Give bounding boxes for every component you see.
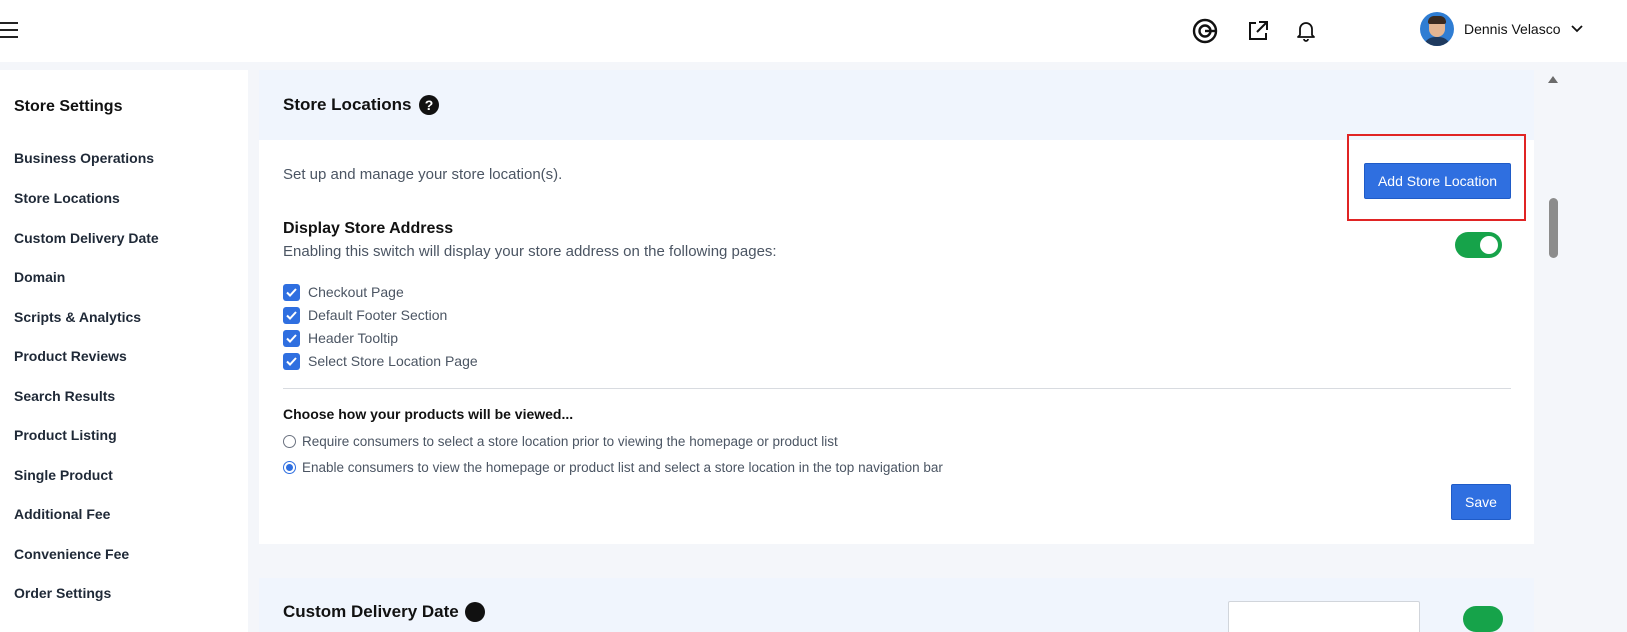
sidebar-item-order-settings[interactable]: Order Settings bbox=[14, 585, 111, 601]
sidebar-item-product-reviews[interactable]: Product Reviews bbox=[14, 348, 127, 364]
sidebar-item-convenience-fee[interactable]: Convenience Fee bbox=[14, 546, 129, 562]
store-locations-card: Set up and manage your store location(s)… bbox=[259, 134, 1534, 544]
checkbox-select-store-location-page[interactable]: Select Store Location Page bbox=[283, 352, 478, 370]
section-title: Store Locations bbox=[283, 95, 412, 114]
sidebar-item-domain[interactable]: Domain bbox=[14, 269, 65, 285]
sidebar: Store Settings Business Operations Store… bbox=[0, 70, 248, 632]
section-description: Set up and manage your store location(s)… bbox=[283, 166, 563, 183]
scroll-thumb[interactable] bbox=[1549, 198, 1558, 258]
help-icon[interactable] bbox=[465, 602, 485, 622]
add-store-location-button[interactable]: Add Store Location bbox=[1364, 163, 1511, 199]
scrollbar[interactable] bbox=[1545, 70, 1559, 632]
sidebar-item-single-product[interactable]: Single Product bbox=[14, 467, 113, 483]
menu-icon[interactable] bbox=[0, 22, 18, 38]
radio-unselected-icon[interactable] bbox=[283, 434, 296, 448]
delivery-date-toggle[interactable] bbox=[1463, 606, 1503, 632]
radio-enable-nav-location[interactable]: Enable consumers to view the homepage or… bbox=[283, 458, 943, 476]
sidebar-item-product-listing[interactable]: Product Listing bbox=[14, 427, 117, 443]
user-name: Dennis Velasco bbox=[1464, 21, 1561, 37]
view-options-title: Choose how your products will be viewed.… bbox=[283, 406, 574, 422]
chevron-down-icon[interactable] bbox=[1570, 23, 1583, 35]
avatar bbox=[1420, 12, 1454, 46]
display-address-subtitle: Enabling this switch will display your s… bbox=[283, 243, 777, 260]
help-icon[interactable]: ? bbox=[419, 95, 439, 115]
checkbox-checkout-page[interactable]: Checkout Page bbox=[283, 283, 404, 301]
checkbox-checked-icon[interactable] bbox=[283, 306, 300, 324]
radio-label: Require consumers to select a store loca… bbox=[302, 433, 838, 449]
divider bbox=[283, 388, 1511, 389]
checkbox-checked-icon[interactable] bbox=[283, 352, 300, 370]
save-button[interactable]: Save bbox=[1451, 484, 1511, 520]
target-icon[interactable] bbox=[1190, 16, 1220, 46]
checkbox-checked-icon[interactable] bbox=[283, 283, 300, 301]
custom-delivery-date-header: Custom Delivery Date bbox=[259, 578, 1534, 632]
sidebar-item-search-results[interactable]: Search Results bbox=[14, 388, 115, 404]
sidebar-item-store-locations[interactable]: Store Locations bbox=[14, 190, 120, 206]
external-link-icon[interactable] bbox=[1243, 16, 1273, 46]
sidebar-item-custom-delivery-date[interactable]: Custom Delivery Date bbox=[14, 230, 159, 246]
sidebar-item-business-operations[interactable]: Business Operations bbox=[14, 150, 154, 166]
checkbox-label: Default Footer Section bbox=[308, 307, 448, 323]
scroll-up-arrow-icon[interactable] bbox=[1548, 76, 1558, 83]
user-menu[interactable]: Dennis Velasco bbox=[1420, 12, 1583, 46]
bell-icon[interactable] bbox=[1291, 16, 1321, 46]
sidebar-item-additional-fee[interactable]: Additional Fee bbox=[14, 506, 110, 522]
store-locations-header: Store Locations ? bbox=[259, 70, 1534, 140]
section-title: Custom Delivery Date bbox=[283, 602, 459, 621]
radio-selected-icon[interactable] bbox=[283, 460, 296, 474]
checkbox-checked-icon[interactable] bbox=[283, 329, 300, 347]
date-input[interactable] bbox=[1228, 601, 1420, 632]
sidebar-title: Store Settings bbox=[14, 98, 123, 115]
radio-label: Enable consumers to view the homepage or… bbox=[302, 459, 943, 475]
checkbox-default-footer-section[interactable]: Default Footer Section bbox=[283, 306, 447, 324]
top-bar: Dennis Velasco bbox=[0, 0, 1627, 62]
checkbox-label: Header Tooltip bbox=[308, 330, 399, 346]
display-address-toggle[interactable] bbox=[1455, 232, 1502, 258]
radio-require-location[interactable]: Require consumers to select a store loca… bbox=[283, 432, 838, 450]
checkbox-header-tooltip[interactable]: Header Tooltip bbox=[283, 329, 398, 347]
display-address-title: Display Store Address bbox=[283, 220, 454, 237]
checkbox-label: Checkout Page bbox=[308, 284, 404, 300]
sidebar-item-scripts-analytics[interactable]: Scripts & Analytics bbox=[14, 309, 141, 325]
checkbox-label: Select Store Location Page bbox=[308, 353, 478, 369]
